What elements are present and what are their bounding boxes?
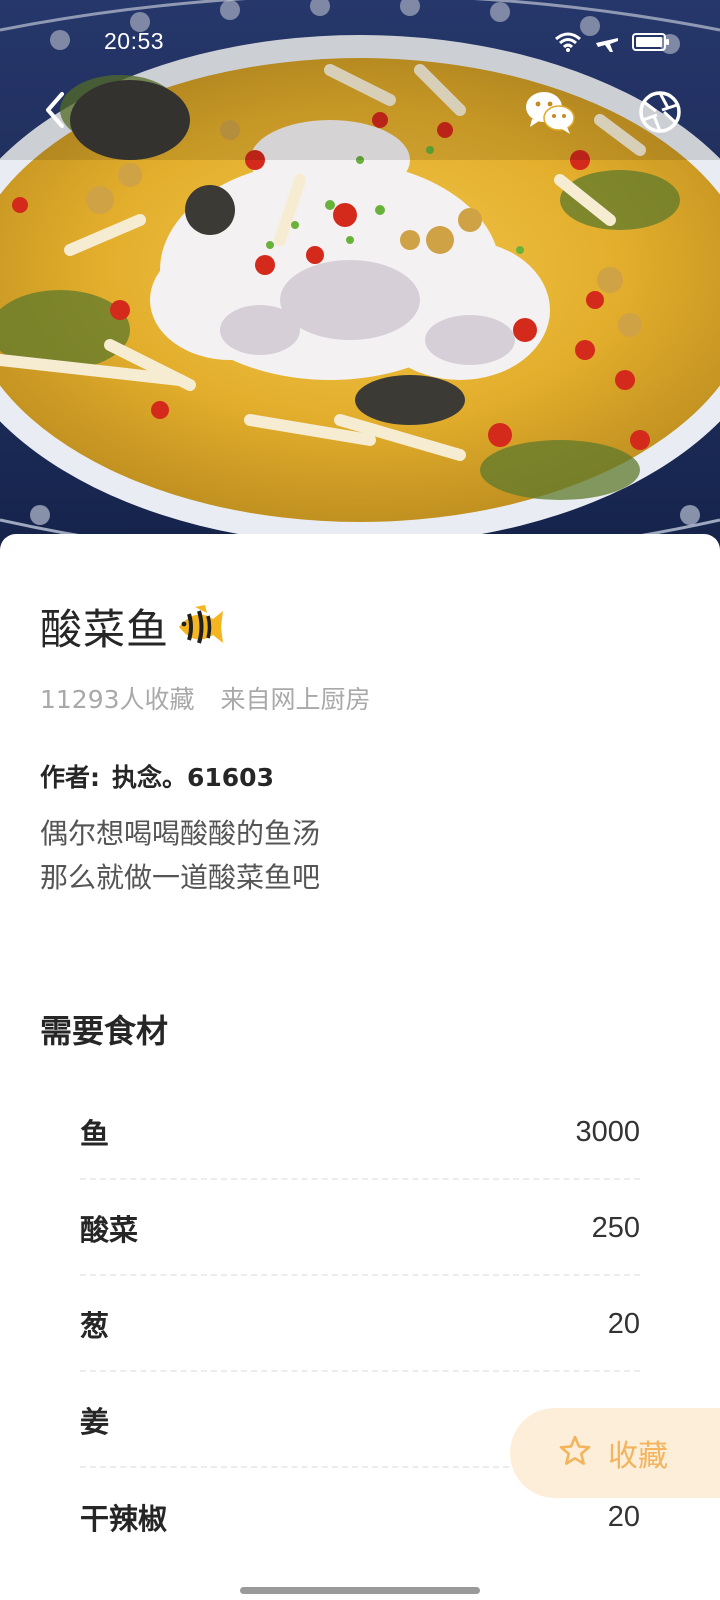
ingredient-name: 酸菜	[80, 1213, 139, 1247]
ingredient-name: 干辣椒	[80, 1502, 168, 1536]
collect-button[interactable]: 收藏	[510, 1408, 720, 1498]
recipe-source: 来自网上厨房	[220, 685, 371, 714]
wechat-icon	[522, 87, 578, 141]
star-outline-icon	[558, 1434, 592, 1472]
ingredient-quantity: 20	[607, 1500, 640, 1533]
status-time: 20:53	[104, 28, 165, 54]
tropical-fish-icon	[175, 604, 227, 649]
ingredient-name: 姜	[80, 1405, 110, 1439]
description-line: 那么就做一道酸菜鱼吧	[40, 861, 321, 894]
description-line: 偶尔想喝喝酸酸的鱼汤	[40, 817, 321, 850]
author-label: 作者:	[40, 763, 100, 792]
favorites-count: 11293人收藏	[40, 685, 195, 714]
recipe-title: 酸菜鱼	[40, 605, 170, 654]
home-indicator[interactable]	[240, 1587, 480, 1594]
ingredient-row: 鱼 3000	[80, 1084, 640, 1180]
ingredient-row: 酸菜 250	[80, 1180, 640, 1276]
status-bar: 20:53	[0, 0, 720, 90]
status-icons	[554, 30, 670, 58]
collect-label: 收藏	[608, 1439, 668, 1474]
camera-shutter-icon	[638, 90, 682, 138]
back-button[interactable]	[30, 86, 82, 138]
ingredient-row: 葱 20	[80, 1276, 640, 1372]
recipe-title-row: 酸菜鱼	[40, 596, 227, 657]
ingredients-section-title: 需要食材	[40, 1012, 169, 1050]
recipe-meta: 11293人收藏 来自网上厨房	[40, 680, 371, 716]
ingredient-quantity: 3000	[575, 1115, 640, 1148]
ingredient-quantity: 250	[591, 1211, 640, 1244]
author-row: 作者: 执念。61603	[40, 758, 274, 794]
camera-button[interactable]	[636, 90, 684, 138]
ingredient-name: 鱼	[80, 1117, 110, 1151]
wifi-icon	[554, 31, 582, 57]
wechat-share-button[interactable]	[522, 88, 578, 140]
chevron-left-icon	[36, 90, 76, 134]
ingredient-quantity: 20	[607, 1307, 640, 1340]
ingredient-name: 葱	[80, 1309, 110, 1343]
battery-icon	[632, 32, 670, 56]
author-name: 执念。61603	[112, 763, 274, 792]
airplane-mode-icon	[594, 30, 620, 58]
recipe-description: 偶尔想喝喝酸酸的鱼汤 那么就做一道酸菜鱼吧	[40, 812, 320, 900]
